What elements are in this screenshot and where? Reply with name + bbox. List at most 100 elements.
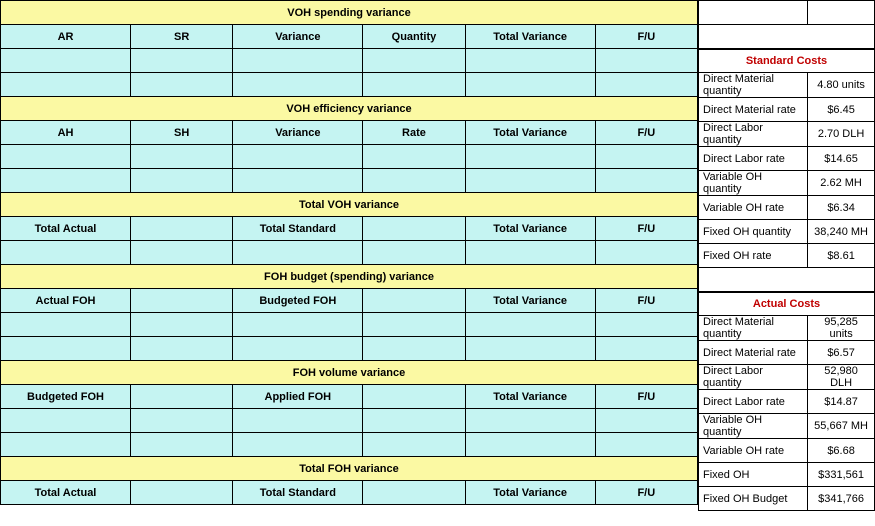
cell[interactable] — [233, 409, 363, 433]
cell[interactable] — [465, 145, 595, 169]
cell[interactable] — [465, 433, 595, 457]
cell[interactable] — [233, 433, 363, 457]
cell[interactable] — [131, 49, 233, 73]
standard-costs-title: Standard Costs — [699, 49, 875, 73]
cell[interactable] — [595, 73, 697, 97]
cell[interactable] — [595, 433, 697, 457]
section-title-voh-efficiency: VOH efficiency variance — [1, 97, 698, 121]
act-row-value: $331,561 — [808, 463, 875, 487]
cell[interactable] — [233, 49, 363, 73]
act-row-label: Direct Labor rate — [699, 390, 808, 414]
cell[interactable] — [363, 169, 465, 193]
col-header — [131, 481, 233, 505]
col-header: Actual FOH — [1, 289, 131, 313]
cell[interactable] — [595, 145, 697, 169]
cell[interactable] — [465, 409, 595, 433]
cell[interactable] — [1, 145, 131, 169]
col-header — [131, 217, 233, 241]
cell[interactable] — [363, 49, 465, 73]
cell[interactable] — [131, 409, 233, 433]
cell[interactable] — [465, 241, 595, 265]
cell[interactable] — [465, 169, 595, 193]
act-row-label: Fixed OH — [699, 463, 808, 487]
std-row-label: Direct Material rate — [699, 98, 808, 122]
col-header — [363, 385, 465, 409]
cell[interactable] — [233, 145, 363, 169]
col-header: Variance — [233, 25, 363, 49]
cell[interactable] — [1, 409, 131, 433]
cell[interactable] — [233, 241, 363, 265]
cell[interactable] — [595, 241, 697, 265]
col-header: Total Variance — [465, 289, 595, 313]
cell[interactable] — [1, 433, 131, 457]
cell[interactable] — [131, 145, 233, 169]
cell[interactable] — [1, 169, 131, 193]
blank-cell — [808, 1, 875, 25]
act-row-label: Direct Labor quantity — [699, 365, 808, 390]
act-row-value: 95,285 units — [808, 316, 875, 341]
std-row-value: $14.65 — [808, 147, 875, 171]
cell[interactable] — [595, 313, 697, 337]
blank-cell — [699, 25, 875, 49]
cell[interactable] — [363, 73, 465, 97]
col-header: Variance — [233, 121, 363, 145]
cell[interactable] — [131, 433, 233, 457]
cell[interactable] — [363, 145, 465, 169]
col-header: Total Actual — [1, 481, 131, 505]
col-header: F/U — [595, 121, 697, 145]
cell[interactable] — [131, 169, 233, 193]
cell[interactable] — [131, 73, 233, 97]
cell[interactable] — [1, 73, 131, 97]
cell[interactable] — [465, 337, 595, 361]
col-header: Budgeted FOH — [1, 385, 131, 409]
cell[interactable] — [1, 241, 131, 265]
col-header: Applied FOH — [233, 385, 363, 409]
cell[interactable] — [363, 409, 465, 433]
col-header: SH — [131, 121, 233, 145]
cell[interactable] — [595, 409, 697, 433]
cost-reference-panel: Standard Costs Direct Material quantity4… — [698, 0, 875, 511]
cell[interactable] — [233, 73, 363, 97]
cell[interactable] — [363, 337, 465, 361]
cell[interactable] — [465, 73, 595, 97]
col-header: Total Variance — [465, 121, 595, 145]
cell[interactable] — [595, 49, 697, 73]
variance-worksheet: VOH spending variance AR SR Variance Qua… — [0, 0, 698, 511]
cell[interactable] — [363, 433, 465, 457]
act-row-value: 55,667 MH — [808, 414, 875, 439]
col-header: Total Standard — [233, 481, 363, 505]
cell[interactable] — [233, 169, 363, 193]
col-header: Total Actual — [1, 217, 131, 241]
col-header: F/U — [595, 25, 697, 49]
col-header: Quantity — [363, 25, 465, 49]
cell[interactable] — [233, 313, 363, 337]
section-title-voh-spending: VOH spending variance — [1, 1, 698, 25]
cell[interactable] — [465, 313, 595, 337]
cell[interactable] — [1, 49, 131, 73]
std-row-value: $8.61 — [808, 244, 875, 268]
col-header: Total Standard — [233, 217, 363, 241]
col-header: AH — [1, 121, 131, 145]
cell[interactable] — [465, 49, 595, 73]
std-row-label: Direct Labor rate — [699, 147, 808, 171]
std-row-label: Variable OH quantity — [699, 171, 808, 196]
cell[interactable] — [131, 241, 233, 265]
cell[interactable] — [1, 313, 131, 337]
cell[interactable] — [1, 337, 131, 361]
col-header: F/U — [595, 481, 697, 505]
cell[interactable] — [363, 241, 465, 265]
col-header: Total Variance — [465, 25, 595, 49]
col-header — [363, 481, 465, 505]
cell[interactable] — [233, 337, 363, 361]
actual-costs-title: Actual Costs — [699, 292, 875, 316]
std-row-label: Variable OH rate — [699, 196, 808, 220]
cell[interactable] — [131, 337, 233, 361]
act-row-value: $6.68 — [808, 439, 875, 463]
cell[interactable] — [595, 337, 697, 361]
act-row-value: $14.87 — [808, 390, 875, 414]
cell[interactable] — [595, 169, 697, 193]
std-row-value: 2.70 DLH — [808, 122, 875, 147]
std-row-label: Direct Labor quantity — [699, 122, 808, 147]
cell[interactable] — [363, 313, 465, 337]
cell[interactable] — [131, 313, 233, 337]
